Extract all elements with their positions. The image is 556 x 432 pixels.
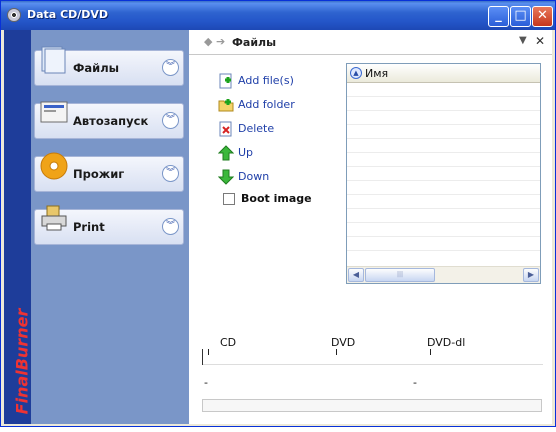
brand-strip: FinalBurner	[4, 30, 32, 424]
capacity-tick	[208, 349, 209, 355]
action-label: Add folder	[238, 98, 295, 111]
list-gridline	[347, 250, 540, 251]
capacity-label-dvd: DVD	[331, 336, 356, 349]
sidebar-item-burn[interactable]: Прожиг ︾	[34, 152, 184, 192]
list-gridline	[347, 96, 540, 97]
capacity-baseline	[203, 364, 543, 365]
delete-icon	[219, 121, 232, 137]
list-gridline	[347, 166, 540, 167]
progress-bar	[202, 399, 542, 412]
list-gridline	[347, 138, 540, 139]
file-list[interactable]: ▲ Имя ◀ ||| ▶	[346, 63, 541, 284]
capacity-tick	[336, 349, 337, 355]
list-gridline	[347, 208, 540, 209]
chevron-down-icon[interactable]: ︾	[162, 165, 179, 182]
autorun-icon	[40, 101, 68, 123]
list-gridline	[347, 124, 540, 125]
minimize-button[interactable]: _	[488, 6, 509, 27]
column-name-label: Имя	[365, 67, 389, 80]
sidebar-item-files[interactable]: Файлы ︾	[34, 46, 184, 86]
title-bar[interactable]: Data CD/DVD _ □ ✕	[1, 1, 555, 30]
sidebar-item-label: Print	[73, 220, 105, 234]
brand-logo: FinalBurner	[12, 308, 32, 415]
close-button[interactable]: ✕	[532, 6, 553, 27]
list-gridline	[347, 152, 540, 153]
chevron-down-icon[interactable]: ︾	[162, 59, 179, 76]
list-gridline	[347, 236, 540, 237]
chevron-down-icon[interactable]: ︾	[162, 218, 179, 235]
sidebar-item-label: Файлы	[73, 61, 120, 75]
maximize-button[interactable]: □	[510, 6, 531, 27]
list-gridline	[347, 180, 540, 181]
column-header-name[interactable]: ▲ Имя	[347, 64, 540, 83]
panel-title: Файлы	[232, 36, 277, 49]
content-pane: ◆ ➔ Файлы ▼ ✕ Add file(s) Add folder Del…	[189, 30, 552, 424]
close-panel-icon[interactable]: ✕	[535, 34, 545, 48]
chevron-down-icon[interactable]: ︾	[162, 112, 179, 129]
list-gridline	[347, 194, 540, 195]
sidebar-item-label: Прожиг	[73, 167, 125, 181]
capacity-label-cd: CD	[220, 336, 237, 349]
printer-icon	[41, 205, 67, 231]
sidebar-item-autorun[interactable]: Автозапуск ︾	[34, 101, 184, 139]
action-label: Down	[238, 170, 270, 183]
capacity-tick	[430, 349, 431, 355]
add-folder-icon	[218, 99, 234, 112]
back-forward-icon[interactable]: ◆ ➔	[204, 35, 225, 48]
arrow-down-icon	[218, 169, 234, 185]
cd-disc-icon	[7, 8, 21, 22]
scroll-left-icon[interactable]: ◀	[348, 268, 364, 282]
free-size-text: -	[413, 376, 417, 389]
horizontal-scrollbar[interactable]: ◀ ||| ▶	[347, 266, 540, 283]
action-label: Up	[238, 146, 254, 159]
client-area: FinalBurner Файлы ︾ Автозапуск ︾ Прожиг …	[4, 30, 552, 424]
burn-disc-icon	[40, 152, 68, 180]
list-gridline	[347, 110, 540, 111]
action-label: Add file(s)	[238, 74, 294, 87]
boot-image-checkbox[interactable]	[223, 193, 235, 205]
dropdown-arrow-icon[interactable]: ▼	[519, 35, 527, 46]
arrow-up-icon	[218, 145, 234, 161]
scroll-right-icon[interactable]: ▶	[523, 268, 539, 282]
window-title: Data CD/DVD	[27, 8, 109, 21]
sidebar-item-print[interactable]: Print ︾	[34, 205, 184, 245]
action-label: Delete	[238, 122, 275, 135]
list-gridline	[347, 222, 540, 223]
app-window: Data CD/DVD _ □ ✕ FinalBurner Файлы ︾ Ав…	[0, 0, 556, 427]
add-file-icon	[219, 73, 232, 89]
panel-header: ◆ ➔ Файлы ▼ ✕	[189, 30, 552, 55]
files-icon	[41, 46, 66, 74]
capacity-label-dvd-dl: DVD-dl	[427, 336, 466, 349]
sidebar: FinalBurner Файлы ︾ Автозапуск ︾ Прожиг …	[4, 30, 189, 424]
sort-ascending-icon: ▲	[350, 67, 362, 79]
capacity-bar	[202, 349, 543, 365]
boot-image-label: Boot image	[241, 192, 312, 205]
used-size-text: -	[204, 376, 208, 389]
sidebar-item-label: Автозапуск	[73, 114, 149, 128]
scroll-thumb[interactable]: |||	[365, 268, 435, 282]
